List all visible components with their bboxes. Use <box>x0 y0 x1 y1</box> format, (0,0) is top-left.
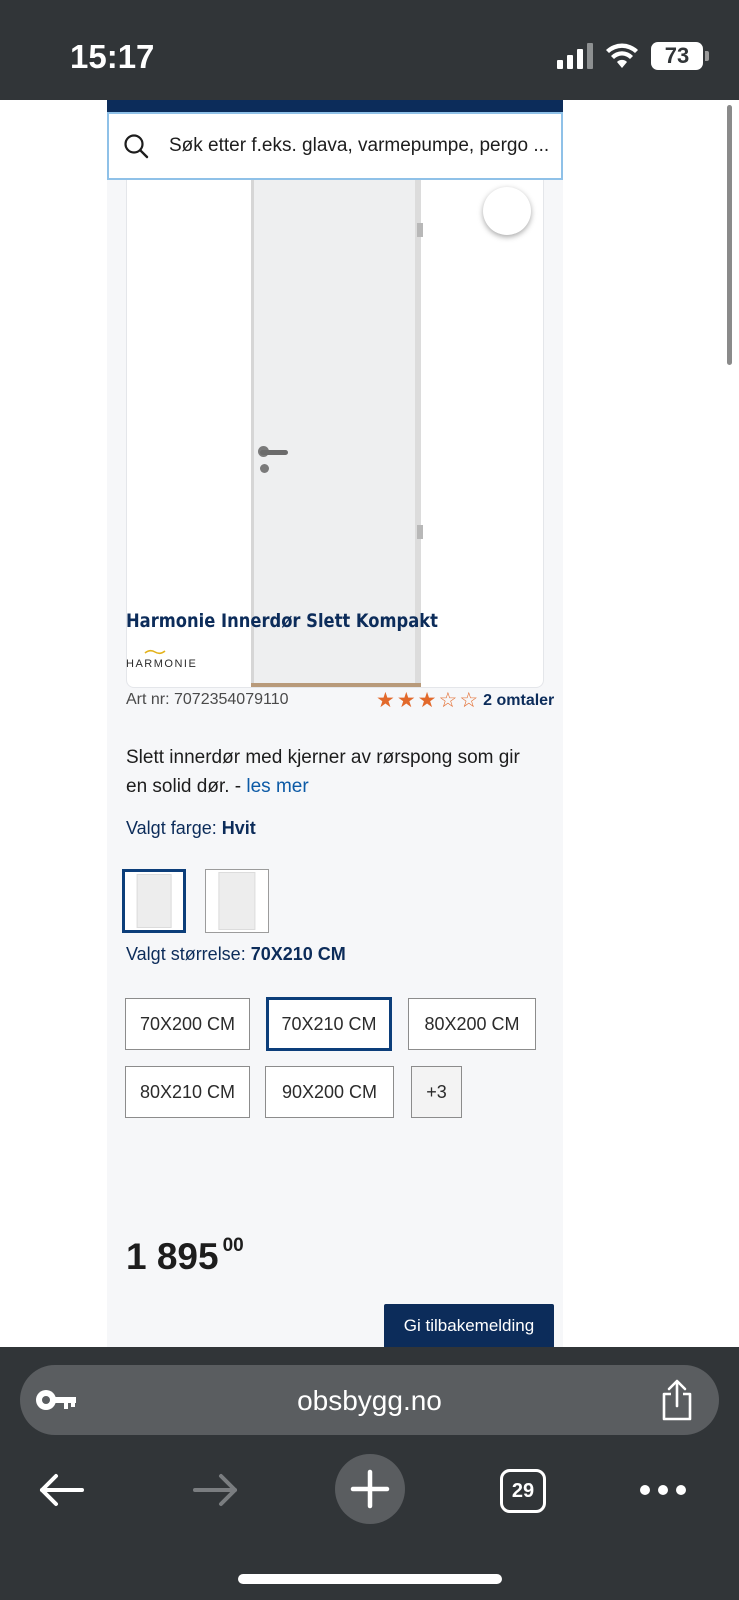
tab-switcher-button[interactable]: 29 <box>500 1469 546 1513</box>
price-cents: 00 <box>222 1235 244 1256</box>
search-placeholder: Søk etter f.eks. glava, varmepumpe, perg… <box>169 135 550 156</box>
price-main: 1 895 <box>126 1236 219 1277</box>
brand-name: HARMONIE <box>126 658 198 670</box>
forward-arrow-icon[interactable] <box>191 1472 239 1508</box>
feedback-button[interactable]: Gi tilbakemelding <box>384 1304 554 1347</box>
search-input[interactable]: Søk etter f.eks. glava, varmepumpe, perg… <box>107 112 563 180</box>
selected-color-value: Hvit <box>221 818 256 838</box>
battery-indicator: 73 <box>651 42 709 70</box>
web-page: Søk etter f.eks. glava, varmepumpe, perg… <box>0 100 739 1347</box>
star-filled-icon: ★ <box>396 689 416 712</box>
door-handle <box>260 450 288 455</box>
wifi-icon <box>606 43 638 68</box>
brand-wave-icon <box>144 649 166 655</box>
article-number: Art nr: 7072354079110 <box>126 691 289 708</box>
selected-size-label: Valgt størrelse: 70X210 CM <box>126 944 346 964</box>
size-option[interactable]: 80X200 CM <box>408 998 536 1050</box>
color-swatch-white[interactable] <box>122 869 186 933</box>
size-option[interactable]: 80X210 CM <box>125 1066 250 1118</box>
header-strip <box>107 100 563 112</box>
status-bar: 15:17 73 <box>0 0 739 100</box>
reviews-link[interactable]: 2 omtaler <box>483 692 554 710</box>
brand-logo[interactable]: HARMONIE <box>126 649 197 670</box>
star-filled-icon: ★ <box>376 689 395 712</box>
cellular-signal-icon <box>557 43 593 69</box>
product-rating[interactable]: ★ ★ ★ ☆ ☆ 2 omtaler <box>376 690 554 711</box>
description-text: Slett innerdør med kjerner av rørspong s… <box>126 747 520 797</box>
selected-size-value: 70X210 CM <box>250 944 346 964</box>
door-thumbnail <box>218 872 256 930</box>
hinge <box>417 525 423 539</box>
url-text: obsbygg.no <box>297 1385 442 1416</box>
selected-color-label: Valgt farge: Hvit <box>126 818 256 838</box>
browser-toolbar: obsbygg.no 29 <box>0 1347 739 1600</box>
hinge <box>417 223 423 237</box>
search-icon <box>124 134 149 159</box>
address-bar[interactable]: obsbygg.no <box>20 1365 719 1435</box>
new-tab-button[interactable] <box>335 1454 405 1524</box>
product-title: Harmonie Innerdør Slett Kompakt <box>126 610 438 632</box>
scrollbar[interactable] <box>727 105 732 365</box>
product-description: Slett innerdør med kjerner av rørspong s… <box>126 743 546 801</box>
favorite-button[interactable] <box>483 187 531 235</box>
star-empty-icon: ☆ <box>438 689 458 712</box>
home-indicator[interactable] <box>238 1574 502 1584</box>
size-option-selected[interactable]: 70X210 CM <box>266 997 392 1051</box>
star-empty-icon: ☆ <box>459 689 479 712</box>
read-more-link[interactable]: les mer <box>246 776 308 797</box>
size-option[interactable]: 70X200 CM <box>125 998 250 1050</box>
product-price: 1 895 00 <box>126 1235 244 1278</box>
more-sizes-button[interactable]: +3 <box>411 1066 462 1118</box>
back-arrow-icon[interactable] <box>38 1472 86 1508</box>
share-icon[interactable] <box>659 1379 695 1421</box>
plus-icon <box>350 1469 390 1509</box>
more-menu-icon[interactable] <box>640 1485 686 1495</box>
status-time: 15:17 <box>70 38 155 75</box>
size-option[interactable]: 90X200 CM <box>265 1066 394 1118</box>
color-swatch-alt[interactable] <box>205 869 269 933</box>
star-filled-icon: ★ <box>417 689 437 712</box>
door-thumbnail <box>136 874 172 928</box>
status-icons: 73 <box>557 42 709 70</box>
